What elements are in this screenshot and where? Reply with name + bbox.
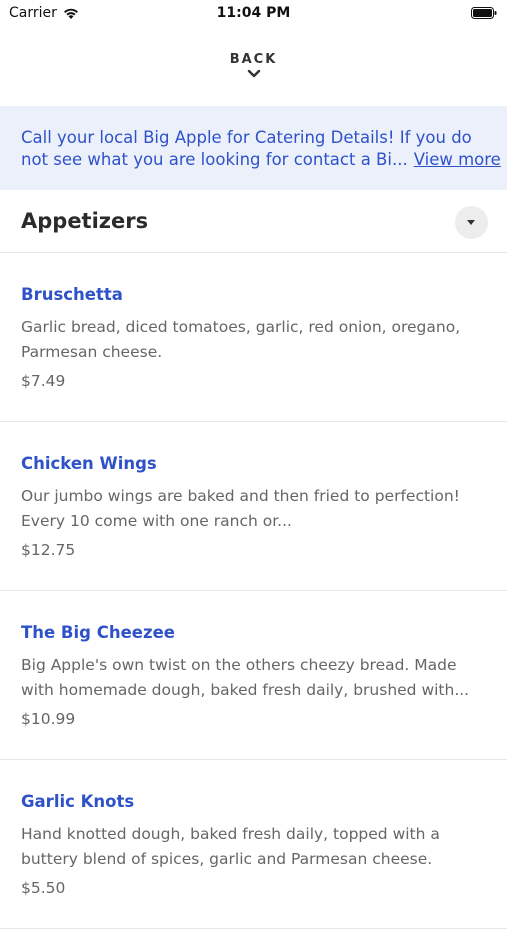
item-description: Garlic bread, diced tomatoes, garlic, re… xyxy=(21,315,491,365)
item-description: Big Apple's own twist on the others chee… xyxy=(21,653,491,703)
item-description: Our jumbo wings are baked and then fried… xyxy=(21,484,491,534)
banner-line-2: not see what you are looking for contact… xyxy=(21,149,501,171)
item-price: $10.99 xyxy=(21,710,76,728)
item-name: Bruschetta xyxy=(21,285,123,304)
item-price: $12.75 xyxy=(21,541,76,559)
menu-item-the-big-cheezee[interactable]: The Big Cheezee Big Apple's own twist on… xyxy=(0,591,507,760)
back-label: BACK xyxy=(229,52,278,67)
menu-item-garlic-knots[interactable]: Garlic Knots Hand knotted dough, baked f… xyxy=(0,760,507,929)
menu-item-chicken-wings[interactable]: Chicken Wings Our jumbo wings are baked … xyxy=(0,422,507,591)
section-title: Appetizers xyxy=(21,209,149,233)
clock: 11:04 PM xyxy=(216,5,291,21)
item-description-line: Every 10 come with one ranch or... xyxy=(21,512,292,530)
item-name: The Big Cheezee xyxy=(21,623,175,642)
section-header: Appetizers xyxy=(0,190,507,253)
view-more-link[interactable]: View more xyxy=(414,150,501,169)
banner-text: Call your local Big Apple for Catering D… xyxy=(21,127,501,171)
item-description: Hand knotted dough, baked fresh daily, t… xyxy=(21,822,491,872)
battery-icon xyxy=(471,7,497,19)
item-description-line: Parmesan cheese. xyxy=(21,343,163,361)
back-button[interactable]: BACK xyxy=(0,52,507,79)
menu-list: Bruschetta Garlic bread, diced tomatoes,… xyxy=(0,253,507,929)
item-description-line: Garlic bread, diced tomatoes, garlic, re… xyxy=(21,318,461,336)
item-price: $5.50 xyxy=(21,879,66,897)
section-collapse-button[interactable] xyxy=(455,206,488,239)
item-description-line: with homemade dough, baked fresh daily, … xyxy=(21,681,470,699)
item-price: $7.49 xyxy=(21,372,66,390)
status-bar: Carrier 11:04 PM xyxy=(0,0,507,28)
caret-down-icon xyxy=(467,220,475,225)
banner-line-1: Call your local Big Apple for Catering D… xyxy=(21,128,472,147)
item-description-line: Big Apple's own twist on the others chee… xyxy=(21,656,457,674)
banner-line-2-text: not see what you are looking for contact… xyxy=(21,150,408,169)
item-name: Garlic Knots xyxy=(21,792,135,811)
menu-item-bruschetta[interactable]: Bruschetta Garlic bread, diced tomatoes,… xyxy=(0,253,507,422)
catering-banner: Call your local Big Apple for Catering D… xyxy=(0,106,507,190)
item-description-line: buttery blend of spices, garlic and Parm… xyxy=(21,850,433,868)
item-description-line: Hand knotted dough, baked fresh daily, t… xyxy=(21,825,440,843)
item-name: Chicken Wings xyxy=(21,454,157,473)
item-description-line: Our jumbo wings are baked and then fried… xyxy=(21,487,460,505)
chevron-down-icon xyxy=(247,69,260,78)
